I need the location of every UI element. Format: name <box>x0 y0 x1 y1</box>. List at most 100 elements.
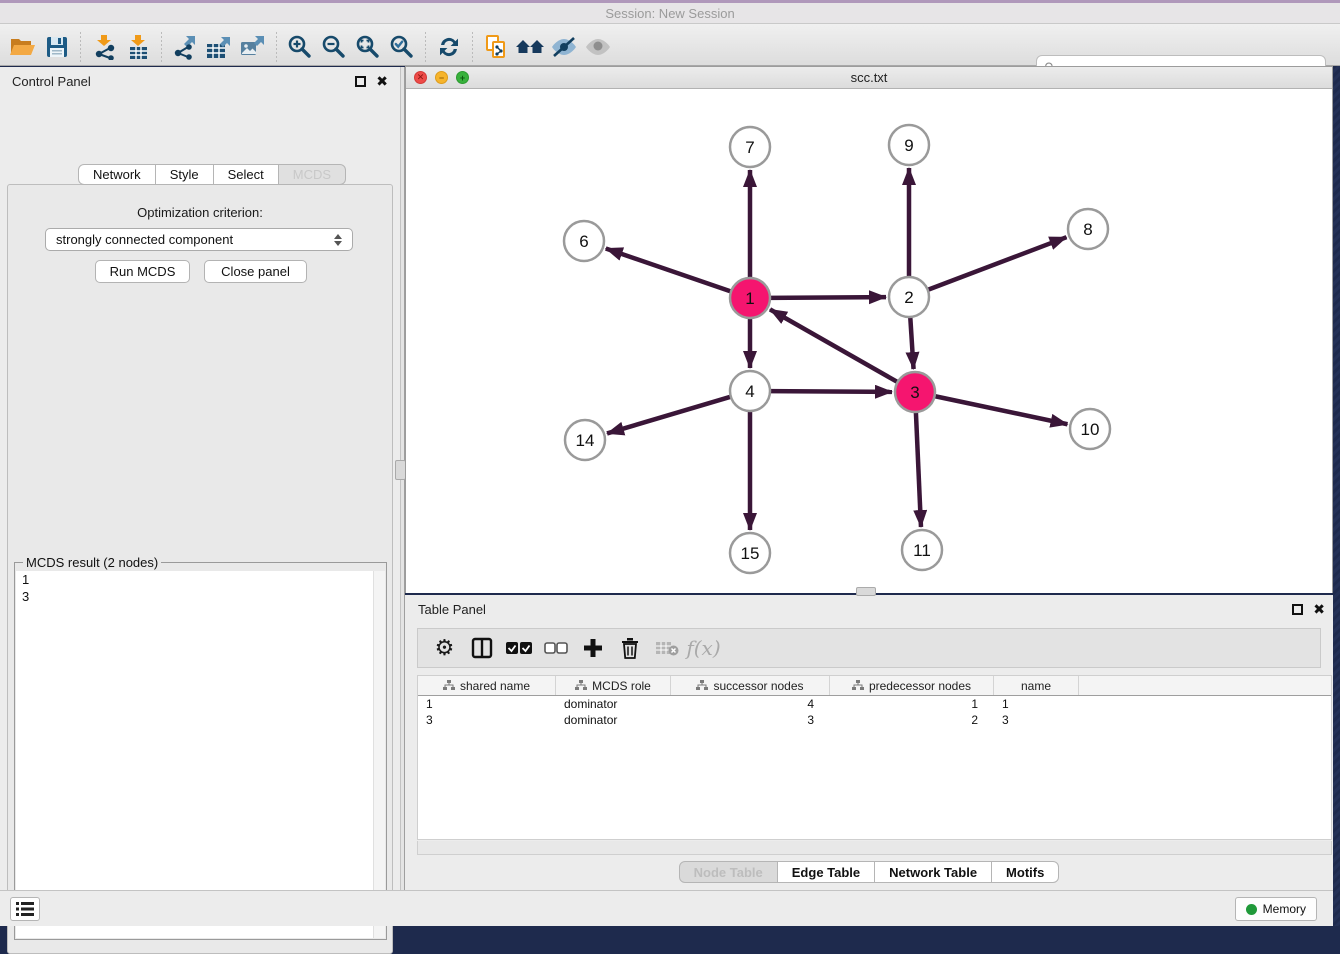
hierarchy-icon <box>696 680 708 691</box>
memory-status-icon <box>1246 904 1257 915</box>
toolbar-separator <box>276 32 277 62</box>
table-cell[interactable]: 1 <box>994 696 1079 712</box>
table-panel-title: Table Panel <box>418 602 1292 617</box>
graph-node-label: 11 <box>913 541 931 560</box>
float-table-panel-icon[interactable] <box>1292 604 1303 615</box>
zoom-fit-icon[interactable] <box>351 32 385 62</box>
hierarchy-icon <box>575 680 587 691</box>
table-horizontal-scrollbar[interactable] <box>417 841 1332 855</box>
table-cell[interactable]: 1 <box>418 696 556 712</box>
column-header-shared-name[interactable]: shared name <box>418 676 556 695</box>
graph-edge-1-2[interactable] <box>770 297 886 298</box>
table-cell[interactable]: dominator <box>556 712 671 728</box>
column-visibility-icon[interactable] <box>463 632 500 664</box>
graph-edge-4-14[interactable] <box>607 397 731 434</box>
tab-motifs[interactable]: Motifs <box>992 861 1059 883</box>
graph-node-label: 7 <box>745 138 754 157</box>
table-splitter-handle[interactable] <box>856 587 876 596</box>
table-row[interactable]: 3dominator323 <box>418 712 1331 728</box>
network-view-window: ✕ − + scc.txt 7968124314101511 <box>405 66 1333 593</box>
tab-mcds[interactable]: MCDS <box>279 164 346 185</box>
result-scrollbar[interactable] <box>373 571 385 938</box>
zoom-in-icon[interactable] <box>283 32 317 62</box>
task-history-button[interactable] <box>10 897 40 921</box>
select-all-icon[interactable] <box>500 632 537 664</box>
table-cell[interactable]: dominator <box>556 696 671 712</box>
open-file-icon[interactable] <box>6 32 40 62</box>
graph-edge-3-11[interactable] <box>916 412 921 527</box>
toolbar-separator <box>161 32 162 62</box>
table-cell[interactable]: 4 <box>671 696 830 712</box>
table-cell[interactable]: 3 <box>671 712 830 728</box>
tab-edge-table[interactable]: Edge Table <box>778 861 875 883</box>
graph-edge-3-10[interactable] <box>935 396 1068 424</box>
mcds-tab-content: Optimization criterion: strongly connect… <box>7 184 393 954</box>
home-view-icon[interactable] <box>513 32 547 62</box>
tab-select[interactable]: Select <box>214 164 279 185</box>
deselect-all-icon[interactable] <box>537 632 574 664</box>
export-image-icon[interactable] <box>236 32 270 62</box>
graph-edge-3-1[interactable] <box>770 309 898 382</box>
show-graphics-icon[interactable] <box>581 32 615 62</box>
close-panel-button[interactable]: Close panel <box>204 260 307 283</box>
network-window-titlebar[interactable]: ✕ − + scc.txt <box>406 67 1332 89</box>
zoom-out-icon[interactable] <box>317 32 351 62</box>
column-header-MCDS-role[interactable]: MCDS role <box>556 676 671 695</box>
delete-icon[interactable] <box>611 632 648 664</box>
table-tabs: Node Table Edge Table Network Table Moti… <box>405 861 1333 883</box>
criterion-dropdown[interactable]: strongly connected component <box>45 228 353 251</box>
optimization-criterion-label: Optimization criterion: <box>8 205 392 220</box>
column-header-successor-nodes[interactable]: successor nodes <box>671 676 830 695</box>
table-cell[interactable]: 3 <box>418 712 556 728</box>
copy-network-icon[interactable] <box>479 32 513 62</box>
table-cell[interactable]: 3 <box>994 712 1079 728</box>
zoom-selected-icon[interactable] <box>385 32 419 62</box>
delete-table-icon[interactable] <box>648 632 685 664</box>
graph-edge-2-3[interactable] <box>910 317 913 369</box>
refresh-icon[interactable] <box>432 32 466 62</box>
tab-node-table[interactable]: Node Table <box>679 861 778 883</box>
tab-style[interactable]: Style <box>156 164 214 185</box>
network-canvas[interactable]: 7968124314101511 <box>406 89 1332 593</box>
dropdown-stepper-icon <box>334 234 342 246</box>
function-builder-icon[interactable]: f(x) <box>685 632 722 664</box>
close-panel-icon[interactable]: ✖ <box>376 73 388 90</box>
column-header-predecessor-nodes[interactable]: predecessor nodes <box>830 676 994 695</box>
run-mcds-button[interactable]: Run MCDS <box>95 260 190 283</box>
graph-edge-2-8[interactable] <box>928 237 1067 290</box>
import-table-icon[interactable] <box>121 32 155 62</box>
graph-edge-1-6[interactable] <box>606 248 731 291</box>
add-column-icon[interactable] <box>574 632 611 664</box>
export-table-icon[interactable] <box>202 32 236 62</box>
close-table-panel-icon[interactable]: ✖ <box>1313 601 1325 618</box>
network-minimize-icon[interactable]: − <box>435 71 448 84</box>
table-cell[interactable]: 2 <box>830 712 994 728</box>
main-toolbar: ⚲ <box>0 24 1340 66</box>
export-network-icon[interactable] <box>168 32 202 62</box>
tab-network-table[interactable]: Network Table <box>875 861 992 883</box>
hide-graphics-icon[interactable] <box>547 32 581 62</box>
node-table: shared nameMCDS rolesuccessor nodesprede… <box>417 675 1332 840</box>
window-title: Session: New Session <box>605 6 734 21</box>
toolbar-separator <box>472 32 473 62</box>
graph-node-label: 14 <box>576 431 595 450</box>
mcds-result-textarea[interactable]: 1 3 <box>16 571 385 938</box>
graph-node-label: 9 <box>904 136 913 155</box>
tab-network[interactable]: Network <box>78 164 156 185</box>
network-close-icon[interactable]: ✕ <box>414 71 427 84</box>
graph-edge-4-3[interactable] <box>770 391 892 392</box>
toolbar-separator <box>425 32 426 62</box>
table-settings-icon[interactable]: ⚙ <box>426 632 463 664</box>
table-panel: Table Panel ✖ ⚙ f(x) shared nameMCDS rol… <box>405 595 1333 890</box>
save-session-icon[interactable] <box>40 32 74 62</box>
memory-button[interactable]: Memory <box>1235 897 1317 921</box>
desktop-background <box>1333 66 1340 926</box>
network-maximize-icon[interactable]: + <box>456 71 469 84</box>
column-header-name[interactable]: name <box>994 676 1079 695</box>
hierarchy-icon <box>852 680 864 691</box>
import-network-icon[interactable] <box>87 32 121 62</box>
float-panel-icon[interactable] <box>355 76 366 87</box>
table-row[interactable]: 1dominator411 <box>418 696 1331 712</box>
control-panel-title: Control Panel <box>12 74 355 89</box>
table-cell[interactable]: 1 <box>830 696 994 712</box>
